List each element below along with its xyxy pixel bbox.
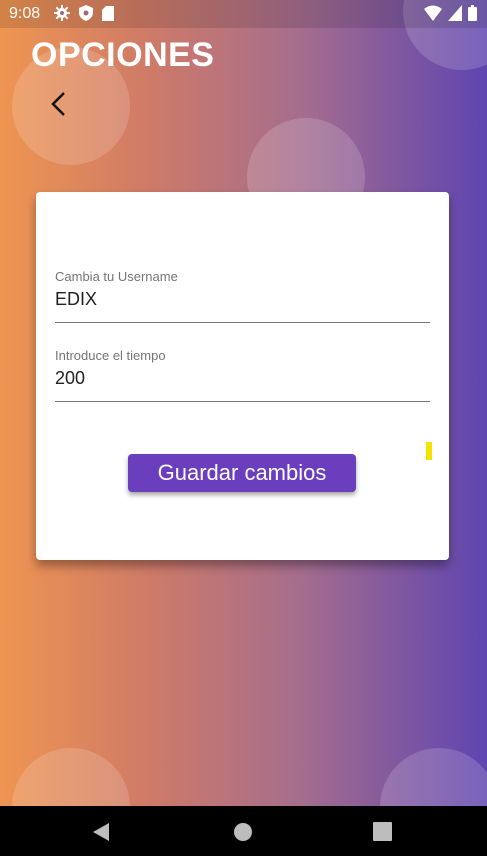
page-title: OPCIONES: [31, 36, 215, 74]
yellow-marker: [426, 442, 432, 460]
save-button[interactable]: Guardar cambios: [128, 454, 356, 492]
gear-icon: [54, 5, 70, 26]
status-time: 9:08: [9, 5, 41, 22]
back-triangle-icon[interactable]: [92, 822, 110, 847]
username-input[interactable]: EDIX: [55, 289, 430, 323]
recents-square-icon[interactable]: [373, 822, 392, 846]
username-field[interactable]: Cambia tu Username EDIX: [55, 269, 430, 323]
chevron-left-icon: [51, 92, 65, 116]
time-field[interactable]: Introduce el tiempo 200: [55, 348, 430, 402]
sd-card-icon: [102, 5, 114, 26]
username-label: Cambia tu Username: [55, 269, 178, 284]
navigation-bar: [0, 806, 487, 856]
time-label: Introduce el tiempo: [55, 348, 166, 363]
battery-icon: [468, 5, 477, 26]
app-screen: 9:08 OPCIONES Cambia tu Username EDIX In…: [0, 0, 487, 856]
time-input[interactable]: 200: [55, 368, 430, 402]
shield-icon: [79, 5, 93, 26]
status-bar: 9:08: [0, 0, 487, 28]
options-card: Cambia tu Username EDIX Introduce el tie…: [36, 192, 449, 560]
signal-icon: [448, 5, 462, 26]
back-button[interactable]: [46, 90, 74, 118]
home-circle-icon[interactable]: [233, 822, 253, 847]
wifi-icon: [424, 5, 442, 26]
